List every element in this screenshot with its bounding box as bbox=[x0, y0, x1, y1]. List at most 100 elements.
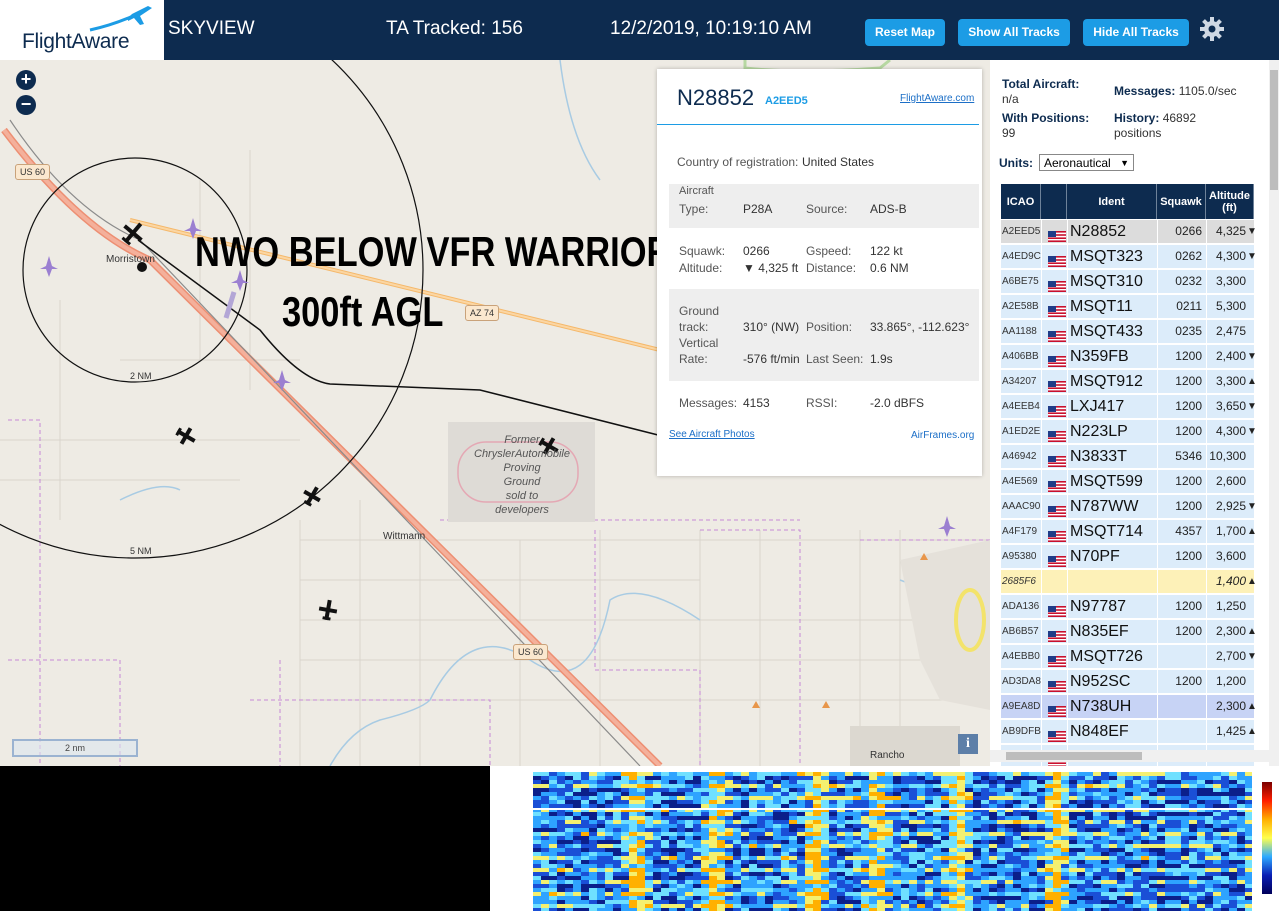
us-flag-icon bbox=[1048, 651, 1066, 667]
position-value: 33.865°, -112.623° bbox=[870, 320, 970, 334]
row-ident: MSQT714 bbox=[1070, 523, 1143, 540]
chevron-down-icon: ▼ bbox=[1120, 158, 1129, 168]
table-row[interactable]: A4ED9C MSQT323 0262 4,300 ▼ bbox=[1001, 245, 1257, 268]
row-ident: N952SC bbox=[1070, 673, 1131, 690]
popup-divider bbox=[657, 124, 979, 125]
flightaware-link[interactable]: FlightAware.com bbox=[900, 93, 974, 104]
us-flag-icon bbox=[1048, 451, 1066, 467]
col-flag bbox=[1041, 184, 1067, 219]
row-altitude: 3,600 bbox=[1215, 549, 1246, 563]
row-altitude: 1,250 bbox=[1215, 599, 1246, 613]
table-row[interactable]: A95380 N70PF 1200 3,600 bbox=[1001, 545, 1254, 568]
country-value: United States bbox=[802, 155, 875, 169]
row-ident: LXJ417 bbox=[1070, 398, 1125, 415]
row-ident: MSQT599 bbox=[1070, 473, 1143, 490]
table-row[interactable]: AA1188 MSQT433 0235 2,475 bbox=[1001, 320, 1254, 343]
col-altitude[interactable]: Altitude (ft) bbox=[1206, 184, 1254, 219]
table-row[interactable]: A46942 N3833T 5346 10,300 bbox=[1001, 445, 1254, 468]
row-ident: MSQT433 bbox=[1070, 323, 1143, 340]
row-squawk: 0266 bbox=[1175, 224, 1202, 238]
top-bar: FlightAware SKYVIEW TA Tracked: 156 12/2… bbox=[0, 0, 1279, 60]
us-flag-icon bbox=[1048, 501, 1066, 517]
country-label: Country of registration: bbox=[677, 155, 799, 169]
current-datetime: 12/2/2019, 10:19:10 AM bbox=[610, 18, 812, 39]
row-squawk: 0211 bbox=[1176, 299, 1202, 313]
hide-all-tracks-button[interactable]: Hide All Tracks bbox=[1083, 19, 1189, 46]
horizontal-scroll-thumb[interactable] bbox=[1006, 752, 1142, 760]
us-flag-icon bbox=[1048, 701, 1066, 717]
app-name: SKYVIEW bbox=[168, 18, 255, 39]
row-icao: AB6B57 bbox=[1002, 626, 1039, 637]
aircraft-marker[interactable] bbox=[317, 599, 338, 622]
aircraft-photos-link[interactable]: See Aircraft Photos bbox=[669, 429, 755, 440]
table-row[interactable]: A4EEB4 LXJ417 1200 3,650 ▼ bbox=[1001, 395, 1257, 418]
table-row[interactable]: AAAC90 N787WW 1200 2,925 ▼ bbox=[1001, 495, 1257, 518]
row-icao: A4EEB4 bbox=[1002, 401, 1040, 412]
table-row[interactable]: AB6B57 N835EF 1200 2,300 ▲ bbox=[1001, 620, 1257, 643]
sidebar-scroll-thumb[interactable] bbox=[1270, 70, 1278, 190]
us-flag-icon bbox=[1048, 276, 1066, 292]
total-aircraft-value: n/a bbox=[1002, 92, 1019, 106]
row-icao: A4F179 bbox=[1002, 526, 1038, 537]
distance-label: Distance: bbox=[806, 261, 857, 275]
row-trend: ▲ bbox=[1247, 726, 1257, 737]
squawk-label: Squawk: bbox=[679, 244, 726, 258]
messages-stat: Messages: 1105.0/sec bbox=[1114, 84, 1237, 98]
row-icao: A4EBB0 bbox=[1002, 651, 1040, 662]
row-trend: ▲ bbox=[1247, 626, 1257, 637]
aircraft-marker[interactable] bbox=[173, 423, 199, 449]
row-ident: N835EF bbox=[1070, 623, 1129, 640]
gspeed-label: Gspeed: bbox=[806, 244, 852, 258]
table-row[interactable]: 2685F6 1,400 ▲ bbox=[1001, 570, 1257, 593]
row-icao: A2E58B bbox=[1002, 301, 1039, 312]
reset-map-button[interactable]: Reset Map bbox=[865, 19, 945, 46]
table-row[interactable]: A2EED5 N28852 0266 4,325 ▼ bbox=[1001, 220, 1257, 243]
us-flag-icon bbox=[1048, 226, 1066, 242]
col-icao[interactable]: ICAO bbox=[1001, 184, 1041, 219]
table-row[interactable]: A4EBB0 MSQT726 2,700 ▼ bbox=[1001, 645, 1257, 668]
row-icao: AAAC90 bbox=[1002, 501, 1041, 512]
row-ident: MSQT726 bbox=[1070, 648, 1143, 665]
table-row[interactable]: A9EA8D N738UH 2,300 ▲ bbox=[1001, 695, 1257, 718]
row-altitude: 2,400 bbox=[1215, 349, 1246, 363]
units-select[interactable]: Aeronautical ▼ bbox=[1039, 154, 1134, 171]
zoom-out-button[interactable]: − bbox=[16, 95, 36, 115]
vertical-label: Vertical bbox=[679, 336, 719, 350]
zoom-in-button[interactable]: + bbox=[16, 70, 36, 90]
table-row[interactable]: A4F179 MSQT714 4357 1,700 ▲ bbox=[1001, 520, 1257, 543]
table-row[interactable]: AD3DA8 N952SC 1200 1,200 bbox=[1001, 670, 1254, 693]
row-trend: ▼ bbox=[1247, 351, 1257, 362]
row-ident: MSQT323 bbox=[1070, 248, 1143, 265]
spectrogram-colorbar bbox=[1262, 782, 1272, 894]
col-ident[interactable]: Ident bbox=[1067, 184, 1157, 219]
row-squawk: 5346 bbox=[1175, 449, 1202, 463]
col-squawk[interactable]: Squawk bbox=[1157, 184, 1206, 219]
type-value: P28A bbox=[743, 202, 773, 216]
table-row[interactable]: ADA136 N97787 1200 1,250 bbox=[1001, 595, 1254, 618]
table-row[interactable]: A406BB N359FB 1200 2,400 ▼ bbox=[1001, 345, 1257, 368]
row-ident: N359FB bbox=[1070, 348, 1129, 365]
table-row[interactable]: A6BE75 MSQT310 0232 3,300 bbox=[1001, 270, 1254, 293]
show-all-tracks-button[interactable]: Show All Tracks bbox=[958, 19, 1070, 46]
row-icao: A46942 bbox=[1002, 451, 1037, 462]
rate-value: -576 ft/min bbox=[743, 352, 800, 366]
table-row[interactable]: A1ED2E N223LP 1200 4,300 ▼ bbox=[1001, 420, 1257, 443]
airframes-link[interactable]: AirFrames.org bbox=[911, 430, 974, 441]
row-icao: 2685F6 bbox=[1002, 576, 1036, 587]
us-flag-icon bbox=[1048, 676, 1066, 692]
gear-icon[interactable] bbox=[1199, 16, 1225, 42]
table-row[interactable]: A34207 MSQT912 1200 3,300 ▲ bbox=[1001, 370, 1257, 393]
row-ident: N738UH bbox=[1070, 698, 1132, 715]
row-icao: A2EED5 bbox=[1002, 226, 1041, 237]
row-trend: ▼ bbox=[1247, 501, 1257, 512]
info-button[interactable]: i bbox=[958, 734, 978, 754]
flightaware-logo[interactable]: FlightAware bbox=[0, 0, 164, 60]
ring-label: 2 NM bbox=[130, 371, 152, 381]
aircraft-marker[interactable] bbox=[299, 483, 325, 509]
table-row[interactable]: A4E569 MSQT599 1200 2,600 bbox=[1001, 470, 1254, 493]
table-row[interactable]: AB9DFB N848EF 1,425 ▲ bbox=[1001, 720, 1257, 743]
table-row[interactable]: A2E58B MSQT11 0211 5,300 bbox=[1001, 295, 1254, 318]
track-label: track: bbox=[679, 320, 709, 334]
row-squawk bbox=[1159, 570, 1202, 593]
row-ident: MSQT11 bbox=[1070, 298, 1133, 315]
